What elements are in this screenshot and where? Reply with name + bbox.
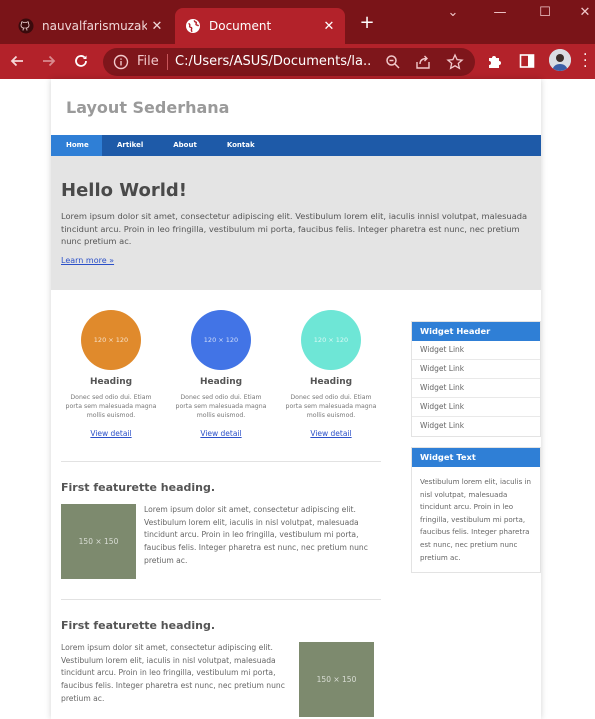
feature-heading: Heading <box>199 377 243 387</box>
page-viewport: Layout Sederhana Home Artikel About Kont… <box>0 79 595 719</box>
forward-arrow-icon[interactable] <box>38 50 60 72</box>
widget-link[interactable]: Widget Link <box>412 398 540 417</box>
page-container: Layout Sederhana Home Artikel About Kont… <box>51 79 541 719</box>
featurette-heading: First featurette heading. <box>61 619 216 632</box>
browser-tab-github[interactable]: nauvalfarismuzaki/la ✕ <box>8 8 173 44</box>
nav-item-home[interactable]: Home <box>51 135 102 156</box>
globe-icon <box>186 19 200 33</box>
extensions-puzzle-icon[interactable] <box>486 52 504 70</box>
widget-text-body: Vestibulum lorem elit, iaculis in nisl v… <box>420 477 532 562</box>
browser-tab-bar: nauvalfarismuzaki/la ✕ Document ✕ + ⌄ — … <box>0 0 595 44</box>
jumbotron: Hello World! Lorem ipsum dolor sit amet,… <box>51 156 541 290</box>
url-scheme: File <box>137 54 159 69</box>
feature-heading: Heading <box>309 377 353 387</box>
divider <box>61 599 381 600</box>
back-arrow-icon[interactable] <box>6 50 28 72</box>
widget-link[interactable]: Widget Link <box>412 417 540 436</box>
github-icon <box>18 18 34 34</box>
main-nav: Home Artikel About Kontak <box>51 135 541 156</box>
new-tab-button[interactable]: + <box>357 14 377 34</box>
widget-link[interactable]: Widget Link <box>412 360 540 379</box>
feature-text: Donec sed odio dui. Etiam porta sem male… <box>175 394 267 420</box>
featurette-heading: First featurette heading. <box>61 481 216 494</box>
featurette-text: Lorem ipsum dolor sit amet, consectetur … <box>61 643 285 703</box>
feature-heading: Heading <box>89 377 133 387</box>
widget-text: Widget Text Vestibulum lorem elit, iacul… <box>411 447 541 574</box>
divider <box>61 461 381 462</box>
info-icon[interactable] <box>113 54 129 70</box>
address-bar[interactable]: File C:/Users/ASUS/Documents/la... <box>103 48 475 76</box>
feature-column: 120 × 120 Heading Donec sed odio dui. Et… <box>166 310 276 441</box>
feature-text: Donec sed odio dui. Etiam porta sem male… <box>65 394 157 420</box>
featurette-text: Lorem ipsum dolor sit amet, consectetur … <box>144 505 368 565</box>
featurette-image: 150 × 150 <box>299 642 374 717</box>
widget-link[interactable]: Widget Link <box>412 379 540 398</box>
featurette-image: 150 × 150 <box>61 504 136 579</box>
zoom-icon[interactable] <box>384 53 402 71</box>
feature-column: 120 × 120 Heading Donec sed odio dui. Et… <box>276 310 386 441</box>
feature-image-circle: 120 × 120 <box>81 310 141 370</box>
site-header: Layout Sederhana <box>51 79 541 135</box>
nav-item-artikel[interactable]: Artikel <box>102 135 158 156</box>
jumbotron-title: Hello World! <box>61 180 187 201</box>
menu-kebab-icon[interactable]: · · · <box>583 48 591 74</box>
view-detail-link[interactable]: View detail <box>200 429 241 438</box>
feature-column: 120 × 120 Heading Donec sed odio dui. Et… <box>56 310 166 441</box>
profile-avatar[interactable] <box>549 49 571 71</box>
nav-item-about[interactable]: About <box>158 135 212 156</box>
minimize-button[interactable]: — <box>490 5 510 23</box>
widget-link[interactable]: Widget Link <box>412 341 540 360</box>
browser-toolbar: File C:/Users/ASUS/Documents/la... · · · <box>0 44 595 79</box>
widget-header: Widget Header <box>412 322 540 341</box>
feature-text: Donec sed odio dui. Etiam porta sem male… <box>285 394 377 420</box>
jumbotron-text: Lorem ipsum dolor sit amet, consectetur … <box>61 211 528 247</box>
divider <box>167 54 168 70</box>
feature-image-circle: 120 × 120 <box>301 310 361 370</box>
learn-more-link[interactable]: Learn more » <box>61 256 114 265</box>
close-window-button[interactable]: ✕ <box>575 5 595 23</box>
maximize-button[interactable]: ☐ <box>535 5 555 23</box>
bookmark-star-icon[interactable] <box>446 53 464 71</box>
nav-item-kontak[interactable]: Kontak <box>212 135 270 156</box>
tab-search-icon[interactable]: ⌄ <box>443 5 463 23</box>
tab-title: nauvalfarismuzaki/la <box>42 19 147 33</box>
close-tab-icon[interactable]: ✕ <box>319 16 339 36</box>
close-tab-icon[interactable]: ✕ <box>147 16 167 36</box>
widget-links: Widget Header Widget Link Widget Link Wi… <box>411 321 541 437</box>
site-title: Layout Sederhana <box>66 98 230 117</box>
url-text[interactable]: C:/Users/ASUS/Documents/la... <box>175 54 371 69</box>
widget-header: Widget Text <box>412 448 540 467</box>
tab-title: Document <box>209 19 272 33</box>
share-icon[interactable] <box>414 53 432 71</box>
reload-icon[interactable] <box>70 50 92 72</box>
view-detail-link[interactable]: View detail <box>310 429 351 438</box>
side-panel-icon[interactable] <box>518 52 536 70</box>
feature-image-circle: 120 × 120 <box>191 310 251 370</box>
view-detail-link[interactable]: View detail <box>90 429 131 438</box>
browser-tab-document[interactable]: Document ✕ <box>175 8 345 44</box>
